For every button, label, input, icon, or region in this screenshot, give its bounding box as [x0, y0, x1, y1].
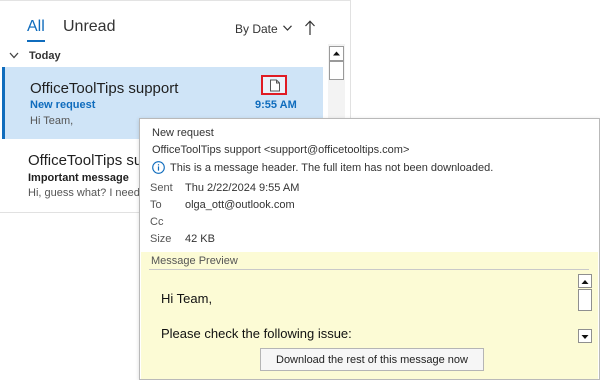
card-sender: OfficeToolTips support <support@officeto…	[152, 144, 410, 156]
sent-value: Thu 2/22/2024 9:55 AM	[185, 182, 300, 194]
card-subject: New request	[152, 127, 214, 139]
message-time: 9:55 AM	[255, 99, 297, 111]
preview-scroll-thumb[interactable]	[578, 289, 592, 311]
message-preview: Hi, guess what? I need	[28, 187, 140, 199]
header-info-message: This is a message header. The full item …	[170, 162, 494, 174]
message-subject: New request	[30, 99, 96, 111]
sent-label: Sent	[150, 182, 173, 194]
message-header-card: New request OfficeToolTips support <supp…	[139, 118, 600, 380]
to-value: olga_ott@outlook.com	[185, 199, 295, 211]
filter-tabs: All Unread By Date	[0, 0, 350, 44]
message-header-glyph	[270, 79, 280, 92]
message-preview-area: Message Preview Hi Team, Please check th…	[141, 252, 598, 379]
to-label: To	[150, 199, 162, 211]
divider	[149, 269, 589, 270]
preview-title: Message Preview	[151, 255, 238, 267]
tab-all-underline	[27, 40, 45, 42]
sort-by-button[interactable]: By Date	[235, 22, 278, 36]
sender-name: OfficeToolTips support	[30, 80, 179, 97]
message-header-icon[interactable]	[261, 75, 287, 95]
group-header-today[interactable]: Today	[0, 46, 326, 66]
chevron-down-icon[interactable]	[283, 25, 292, 31]
chevron-down-icon	[9, 52, 19, 59]
scroll-thumb[interactable]	[329, 61, 344, 80]
tab-all[interactable]: All	[27, 18, 45, 36]
sort-arrow-up-icon[interactable]	[304, 20, 316, 36]
scroll-up-icon	[581, 280, 589, 284]
download-rest-button[interactable]: Download the rest of this message now	[260, 348, 484, 371]
tab-unread[interactable]: Unread	[63, 18, 115, 36]
scroll-up-icon	[333, 51, 340, 56]
message-subject: Important message	[28, 172, 129, 184]
scroll-down-icon	[581, 335, 589, 339]
size-value: 42 KB	[185, 233, 215, 245]
message-preview: Hi Team,	[30, 115, 74, 127]
info-icon	[152, 161, 165, 174]
preview-scroll-up-button[interactable]	[578, 274, 592, 288]
cc-label: Cc	[150, 216, 164, 228]
preview-scroll-down-button[interactable]	[578, 329, 592, 343]
scroll-up-button[interactable]	[329, 46, 344, 61]
size-label: Size	[150, 233, 172, 245]
preview-line: Please check the following issue:	[161, 326, 352, 341]
preview-line: Hi Team,	[161, 291, 213, 306]
group-label: Today	[29, 50, 61, 62]
